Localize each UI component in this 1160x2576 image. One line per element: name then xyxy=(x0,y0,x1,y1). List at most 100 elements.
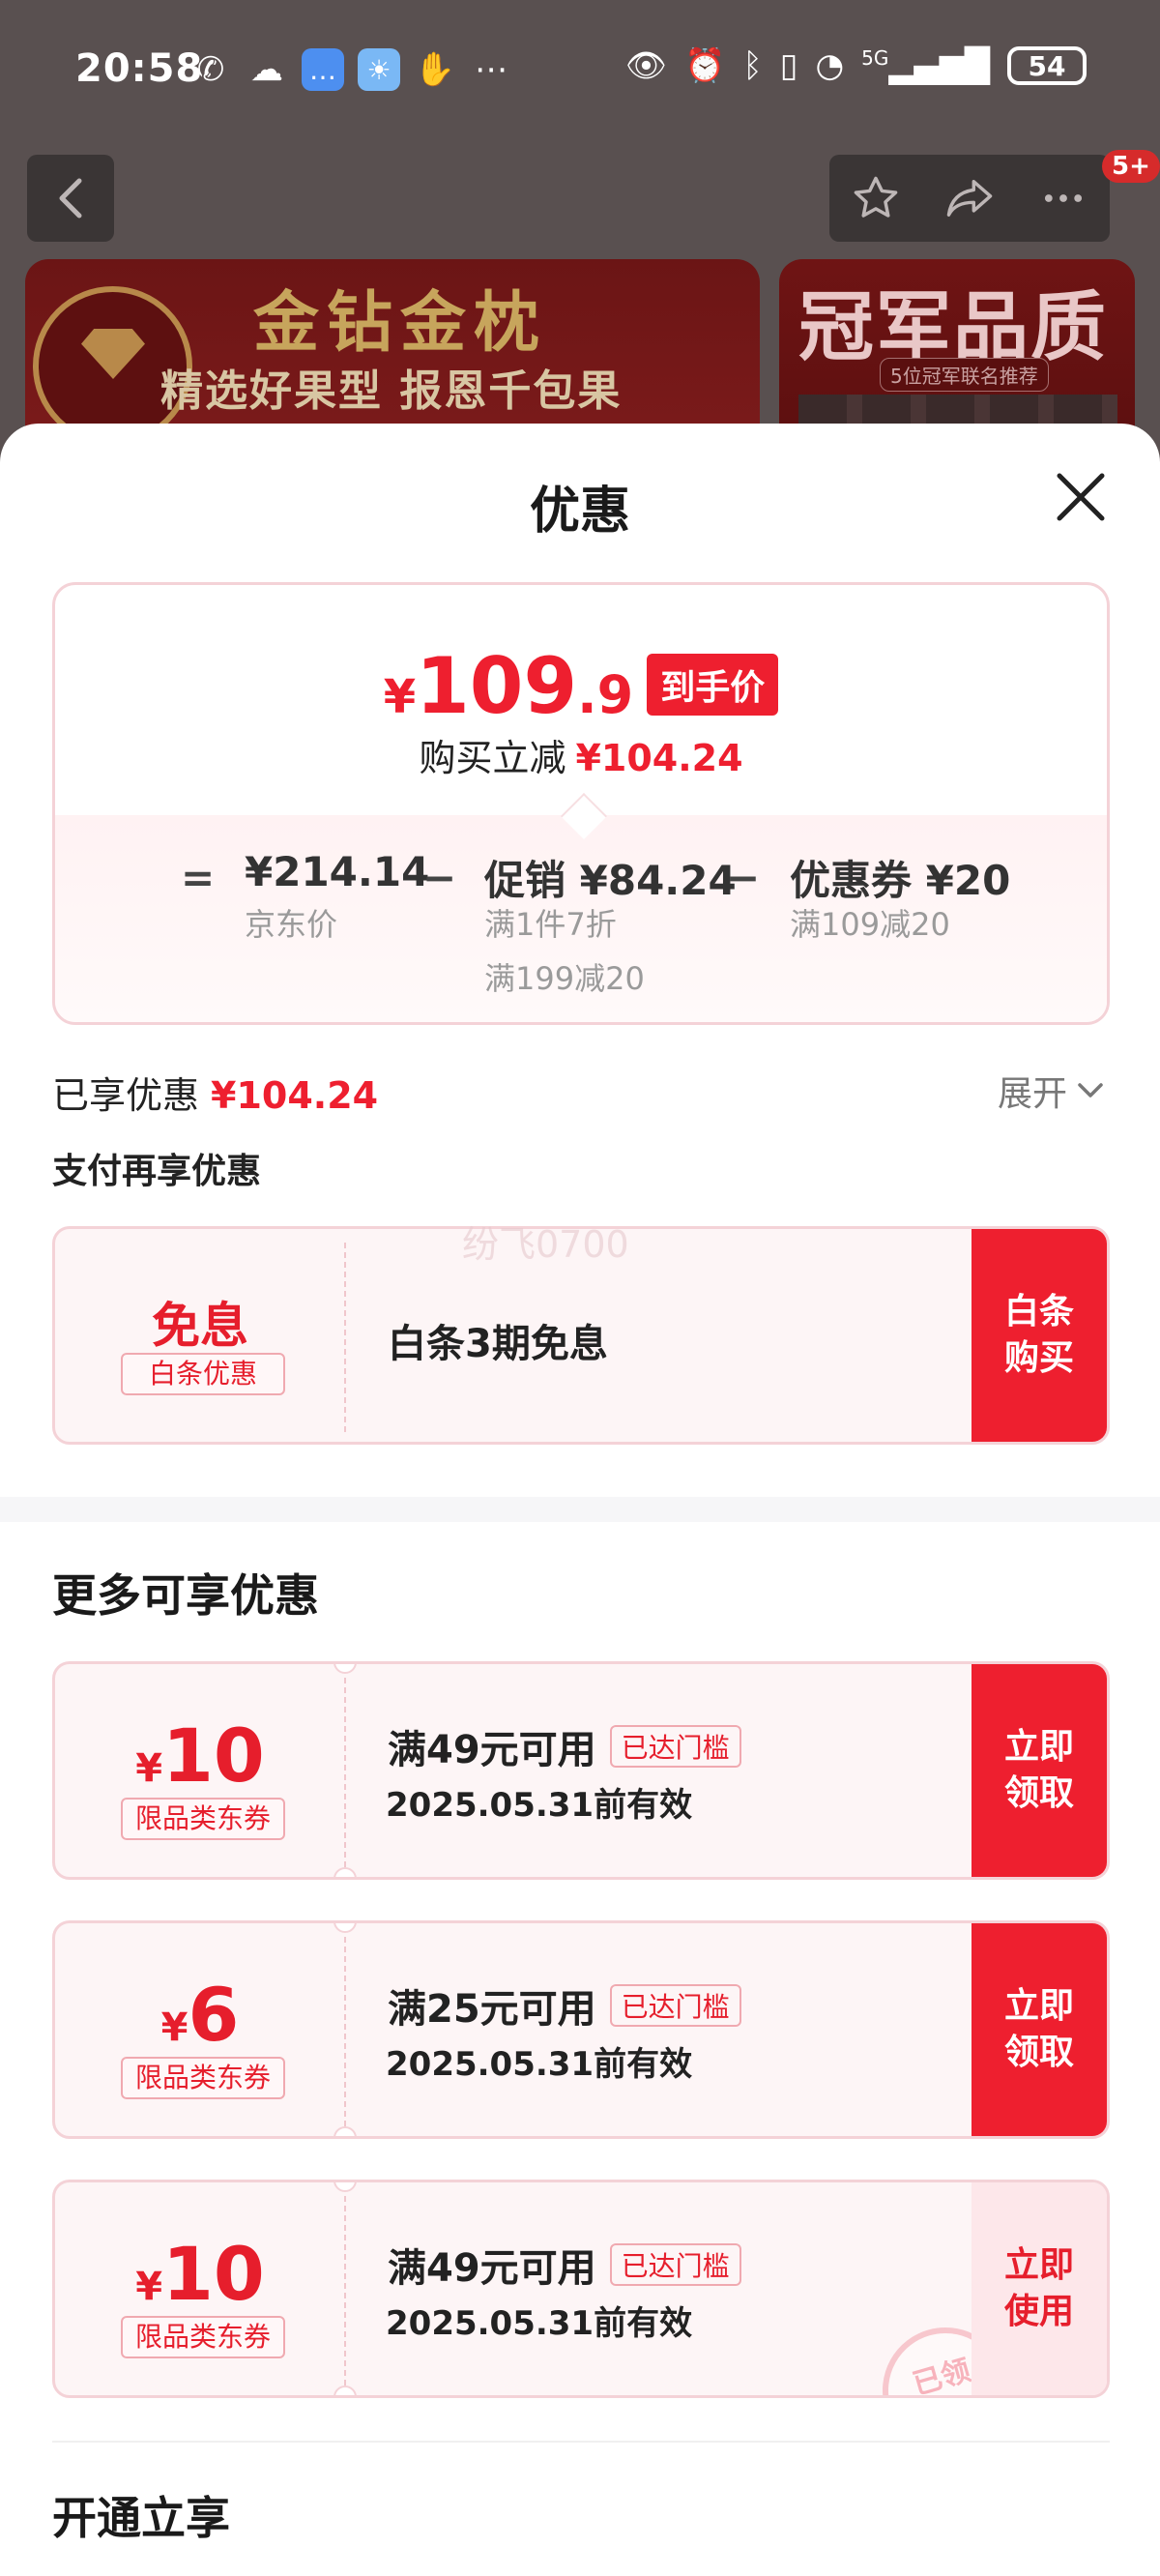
instant-discount-label: 购买立减 xyxy=(419,737,566,779)
use-line2: 使用 xyxy=(1003,2292,1074,2331)
banner-right-subtitle: 5位冠军联名推荐 xyxy=(880,358,1049,392)
claim-line1: 立即 xyxy=(1003,1986,1074,2026)
bluetooth-icon: ᛒ xyxy=(742,46,763,86)
coupon-divider xyxy=(344,1678,346,1867)
claim-line1: 立即 xyxy=(1003,1727,1074,1767)
jd-price-label: 京东价 xyxy=(245,906,338,943)
notification-icons: ✆ ☁ … ☀ ✋ ⋯ xyxy=(189,48,512,91)
coupon-divider xyxy=(344,2196,346,2386)
baitiao-big: 免息 xyxy=(152,1298,248,1354)
claim-line2: 领取 xyxy=(1003,1773,1074,1813)
baitiao-tag: 白条优惠 xyxy=(121,1353,285,1395)
coupon-condition: 满49元可用 已达门槛 xyxy=(388,2237,741,2293)
coupon-value-area: ¥10 限品类东券 xyxy=(55,2182,345,2395)
wifi-icon: ◔ xyxy=(815,46,845,86)
claim-line2: 领取 xyxy=(1003,2033,1074,2072)
price-breakdown-card: ¥109.9 到手价 购买立减 ¥104.24 = ¥214.14 京东价 − 促… xyxy=(52,582,1110,1025)
coupon-value-area: ¥10 限品类东券 xyxy=(55,1664,345,1877)
enjoyed-value: ¥104.24 xyxy=(211,1074,379,1117)
coupon-type-tag: 限品类东券 xyxy=(121,2316,285,2358)
more-dots-icon: ⋯ xyxy=(475,50,508,89)
final-price: ¥109.9 到手价 xyxy=(55,641,1107,731)
chevron-down-icon xyxy=(1078,1083,1103,1098)
coupon-type-tag: 限品类东券 xyxy=(121,2057,285,2099)
vibrate-icon: ▯ xyxy=(779,46,798,86)
coupon-expiry: 2025.05.31前有效 xyxy=(386,2304,693,2343)
coupon-divider xyxy=(344,1937,346,2126)
final-price-value: ¥109.9 xyxy=(383,641,634,731)
equals-sign: = xyxy=(181,854,216,901)
coupon-amount: 优惠券 ¥20 xyxy=(790,857,1011,904)
alarm-icon: ⏰ xyxy=(684,46,726,86)
coupon-expiry: 2025.05.31前有效 xyxy=(386,2045,693,2084)
threshold-reached-badge: 已达门槛 xyxy=(609,1725,741,1768)
baitiao-buy-line2: 购买 xyxy=(1003,1338,1074,1378)
signal-5g-icon: 5G▂▄▆█ xyxy=(861,46,990,86)
claim-coupon-button[interactable]: 立即 领取 xyxy=(972,1923,1107,2136)
instant-discount: 购买立减 ¥104.24 xyxy=(55,728,1107,781)
star-icon[interactable] xyxy=(851,173,901,223)
watermark: 纷飞0700 xyxy=(462,1223,629,1266)
pay-more-title: 支付再享优惠 xyxy=(52,1152,262,1191)
threshold-reached-badge: 已达门槛 xyxy=(609,1984,741,2027)
status-time: 20:58 xyxy=(75,46,204,91)
banner-left-subtitle: 精选好果型 报恩千包果 xyxy=(160,366,623,416)
baitiao-left: 免息 白条优惠 xyxy=(55,1229,345,1442)
more-discounts-title: 更多可享优惠 xyxy=(52,1569,319,1622)
nav-actions xyxy=(829,155,1110,242)
coupon-value-area: ¥6 限品类东券 xyxy=(55,1923,345,2136)
missed-call-icon: ✆ xyxy=(196,50,225,89)
close-icon[interactable] xyxy=(1050,466,1112,528)
share-icon[interactable] xyxy=(942,173,997,223)
coupon-expiry: 2025.05.31前有效 xyxy=(386,1786,693,1825)
discount-sheet: 优惠 ¥109.9 到手价 购买立减 ¥104.24 = ¥214.14 京东价 … xyxy=(0,424,1160,2576)
sheet-title: 优惠 xyxy=(529,483,630,541)
coupon-card: ¥10 限品类东券 满49元可用 已达门槛 2025.05.31前有效 立即 领取 xyxy=(52,1661,1110,1880)
use-line1: 立即 xyxy=(1003,2245,1074,2285)
coupon-card-claimed: ¥10 限品类东券 满49元可用 已达门槛 2025.05.31前有效 已领 立即… xyxy=(52,2180,1110,2398)
promo-amount: 促销 ¥84.24 xyxy=(484,857,737,904)
open-membership-title: 开通立享 xyxy=(52,2492,230,2544)
coupon-condition: 满49元可用 已达门槛 xyxy=(388,1718,741,1774)
price-formula: = ¥214.14 京东价 − 促销 ¥84.24 满1件7折 满199减20 … xyxy=(55,844,1107,1018)
coupon-type-tag: 限品类东券 xyxy=(121,1798,285,1840)
hand-icon: ✋ xyxy=(414,50,456,89)
instant-discount-value: ¥104.24 xyxy=(575,737,743,779)
minus-sign: − xyxy=(726,854,761,901)
jd-price-value: ¥214.14 xyxy=(245,848,430,895)
chevron-left-icon xyxy=(59,178,82,219)
divider-line xyxy=(52,2441,1110,2443)
promo-detail-1: 满1件7折 xyxy=(484,906,617,943)
claim-coupon-button[interactable]: 立即 领取 xyxy=(972,1664,1107,1877)
status-bar: 20:58 ✆ ☁ … ☀ ✋ ⋯ 👁 ⏰ ᛒ ▯ ◔ 5G▂▄▆█ 54 xyxy=(0,0,1160,145)
more-icon[interactable] xyxy=(1038,173,1088,223)
expand-button[interactable]: 展开 xyxy=(998,1066,1104,1116)
baitiao-text: 白条3期免息 xyxy=(388,1322,608,1366)
coupon-amount: ¥10 xyxy=(135,1712,265,1799)
weather-icon: ☀ xyxy=(358,48,400,91)
enjoyed-discount: 已享优惠 ¥104.24 xyxy=(52,1066,378,1119)
promo-detail-2: 满199减20 xyxy=(484,960,645,997)
coupon-amount: ¥6 xyxy=(160,1972,240,2058)
banner-left-title: 金钻金枕 xyxy=(253,285,548,362)
coupon-amount: ¥10 xyxy=(135,2231,265,2317)
coupon-detail: 满109减20 xyxy=(790,906,950,943)
coupon-divider xyxy=(344,1243,346,1432)
section-divider xyxy=(0,1497,1160,1522)
expand-label: 展开 xyxy=(998,1074,1068,1114)
baitiao-buy-button[interactable]: 白条 购买 xyxy=(972,1229,1107,1442)
notification-badge: 5+ xyxy=(1102,150,1160,183)
minus-sign: − xyxy=(422,854,457,901)
enjoyed-label: 已享优惠 xyxy=(52,1074,200,1117)
baitiao-buy-line1: 白条 xyxy=(1003,1292,1074,1332)
back-button[interactable] xyxy=(27,155,114,242)
coupon-condition: 满25元可用 已达门槛 xyxy=(388,1977,741,2034)
coupon-card: ¥6 限品类东券 满25元可用 已达门槛 2025.05.31前有效 立即 领取 xyxy=(52,1920,1110,2139)
wechat-icon: ☁ xyxy=(250,50,283,89)
use-coupon-button[interactable]: 立即 使用 xyxy=(972,2182,1107,2395)
final-price-tag: 到手价 xyxy=(647,654,779,716)
eye-icon: 👁 xyxy=(624,46,668,86)
threshold-reached-badge: 已达门槛 xyxy=(609,2243,741,2286)
system-icons: 👁 ⏰ ᛒ ▯ ◔ 5G▂▄▆█ 54 xyxy=(625,46,1087,85)
battery-indicator: 54 xyxy=(1007,46,1087,86)
